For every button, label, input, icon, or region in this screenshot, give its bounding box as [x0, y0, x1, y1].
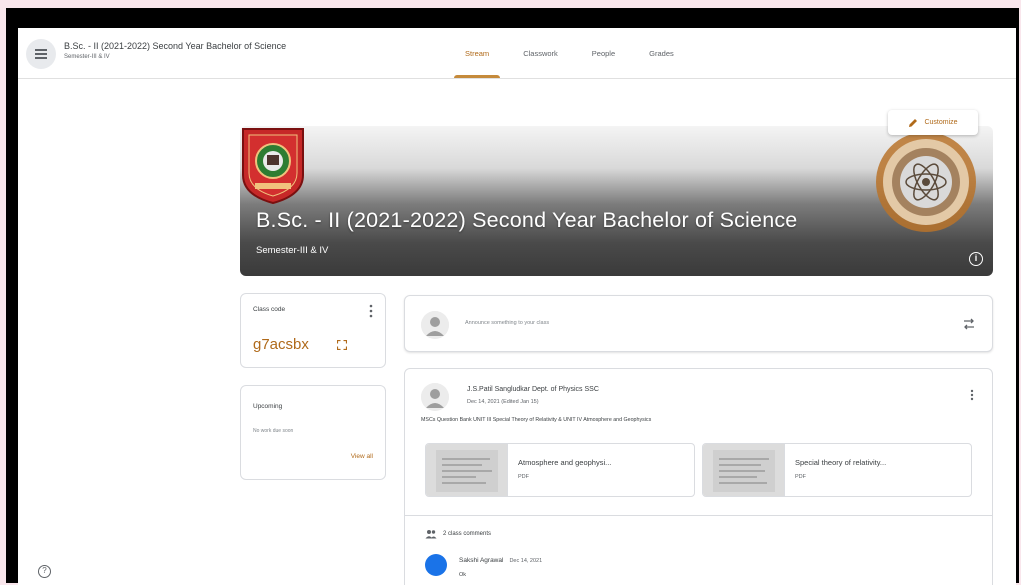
hamburger-icon — [35, 53, 47, 55]
class-code-card: Class code g7acsbx — [240, 293, 386, 368]
repost-icon[interactable] — [962, 317, 976, 331]
comment-date: Dec 14, 2021 — [509, 558, 543, 564]
college-logo-left — [242, 128, 304, 205]
comment-author: Sakshi Agrawal Dec 14, 2021 — [459, 557, 542, 564]
attachment-card[interactable]: Atmosphere and geophysi... PDF — [425, 443, 695, 497]
class-code-value: g7acsbx — [253, 336, 309, 353]
class-comments-link[interactable]: 2 class comments — [443, 531, 491, 537]
upcoming-label: Upcoming — [253, 403, 283, 410]
announce-box[interactable]: Announce something to your class — [404, 295, 993, 352]
more-vert-icon[interactable] — [970, 389, 974, 401]
divider — [405, 515, 992, 516]
attachment-name: Special theory of relativity... — [795, 458, 887, 467]
view-all-link[interactable]: View all — [351, 453, 373, 460]
customize-label: Customize — [924, 119, 958, 126]
attachment-type: PDF — [518, 474, 529, 480]
tab-stream[interactable]: Stream — [448, 28, 506, 79]
main-menu-button[interactable] — [26, 39, 56, 69]
comment-text: Ok — [459, 572, 467, 578]
avatar — [421, 383, 449, 411]
attachment-thumbnail — [426, 444, 508, 496]
top-app-bar: B.Sc. - II (2021-2022) Second Year Bache… — [18, 28, 1016, 79]
class-info-icon[interactable]: i — [969, 252, 983, 266]
tab-grades[interactable]: Grades — [632, 28, 691, 79]
avatar — [421, 311, 449, 339]
post-author: J.S.Patil Sangludkar Dept. of Physics SS… — [467, 386, 599, 393]
stream-post: J.S.Patil Sangludkar Dept. of Physics SS… — [404, 368, 993, 585]
course-tabs: Stream Classwork People Grades — [448, 28, 691, 79]
tab-classwork[interactable]: Classwork — [506, 28, 575, 79]
help-icon[interactable]: ? — [38, 565, 51, 578]
attachment-thumbnail — [703, 444, 785, 496]
more-vert-icon[interactable] — [369, 304, 373, 318]
user-avatar-icon — [421, 311, 449, 339]
attachment-type: PDF — [795, 474, 806, 480]
class-code-label: Class code — [253, 306, 286, 313]
fullscreen-icon[interactable] — [337, 340, 347, 350]
attachment-card[interactable]: Special theory of relativity... PDF — [702, 443, 972, 497]
upcoming-card: Upcoming No work due soon View all — [240, 385, 386, 480]
user-avatar-icon — [421, 383, 449, 411]
classroom-page: B.Sc. - II (2021-2022) Second Year Bache… — [18, 28, 1016, 585]
screenshot-frame: B.Sc. - II (2021-2022) Second Year Bache… — [6, 8, 1019, 585]
customize-button[interactable]: Customize — [888, 110, 978, 135]
post-date: Dec 14, 2021 (Edited Jan 15) — [467, 399, 539, 405]
university-seal-right — [876, 132, 976, 232]
course-section: Semester-III & IV — [64, 54, 110, 60]
avatar — [425, 554, 447, 576]
people-icon — [425, 530, 437, 539]
tab-people[interactable]: People — [575, 28, 632, 79]
attachment-name: Atmosphere and geophysi... — [518, 458, 612, 467]
pencil-icon — [909, 118, 918, 127]
banner-title: B.Sc. - II (2021-2022) Second Year Bache… — [256, 208, 798, 232]
banner-subtitle: Semester-III & IV — [256, 245, 329, 256]
post-body: MSCs Question Bank UNIT III Special Theo… — [421, 417, 652, 423]
course-title[interactable]: B.Sc. - II (2021-2022) Second Year Bache… — [64, 41, 286, 51]
announce-placeholder[interactable]: Announce something to your class — [465, 320, 549, 326]
comment-author-name: Sakshi Agrawal — [459, 557, 504, 564]
upcoming-empty-text: No work due soon — [253, 428, 294, 434]
